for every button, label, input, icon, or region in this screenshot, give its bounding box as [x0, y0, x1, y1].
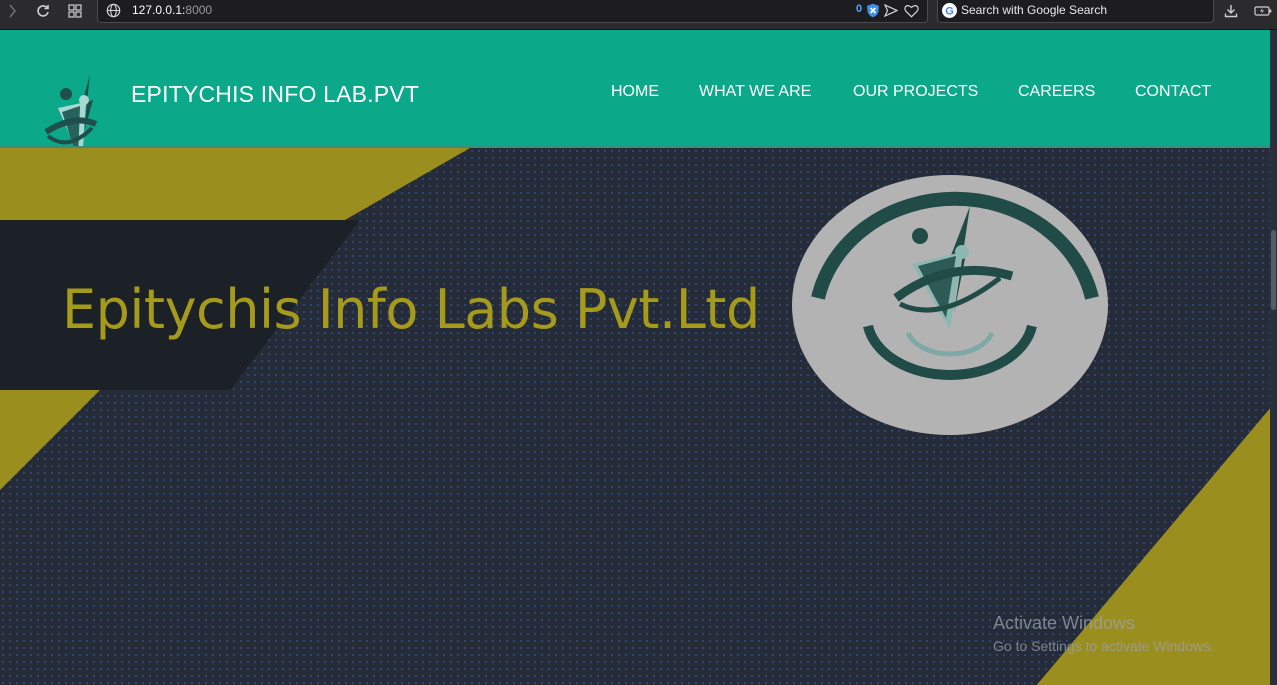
nav-link-our-projects[interactable]: OUR PROJECTS	[853, 83, 978, 101]
svg-text:G: G	[945, 6, 954, 18]
hero-banner: Epitychis Info Labs Pvt.Ltd	[0, 146, 1277, 685]
search-placeholder: Search with Google Search	[961, 3, 1108, 17]
reload-icon[interactable]	[34, 0, 52, 22]
url-text: 127.0.0.1:8000	[132, 3, 212, 17]
tabs-grid-icon[interactable]	[66, 0, 84, 22]
back-icon[interactable]	[4, 0, 20, 22]
scrollbar-thumb[interactable]	[1271, 230, 1276, 310]
hero-background-graphic	[0, 148, 1277, 685]
address-bar[interactable]: 127.0.0.1:8000 0	[97, 0, 928, 23]
download-icon[interactable]	[1222, 0, 1240, 22]
activate-windows-watermark: Activate Windows Go to Settings to activ…	[993, 612, 1214, 655]
nav-link-contact[interactable]: CONTACT	[1135, 83, 1211, 101]
shield-x-icon[interactable]	[866, 3, 880, 18]
heart-icon[interactable]	[904, 4, 919, 18]
nav-link-home[interactable]: HOME	[611, 83, 659, 101]
browser-toolbar: 127.0.0.1:8000 0 G Search with Google Se…	[0, 0, 1277, 30]
site-navbar: EPITYCHIS INFO LAB.PVT HOME WHAT WE ARE …	[0, 30, 1277, 164]
url-port: 8000	[185, 3, 213, 17]
watermark-line1: Activate Windows	[993, 613, 1136, 633]
nav-link-careers[interactable]: CAREERS	[1018, 83, 1095, 101]
search-box[interactable]: G Search with Google Search	[937, 0, 1214, 23]
page-scrollbar[interactable]	[1270, 30, 1277, 685]
brand-name[interactable]: EPITYCHIS INFO LAB.PVT	[131, 81, 419, 107]
google-icon: G	[942, 3, 957, 18]
globe-icon	[106, 3, 121, 18]
nav-link-what-we-are[interactable]: WHAT WE ARE	[699, 83, 811, 101]
watermark-line2: Go to Settings to activate Windows.	[993, 638, 1214, 654]
url-host: 127.0.0.1:	[132, 3, 186, 17]
hero-title: Epitychis Info Labs Pvt.Ltd	[62, 278, 760, 341]
battery-icon	[1252, 0, 1274, 22]
send-icon[interactable]	[884, 4, 898, 17]
blocked-count-badge: 0	[856, 3, 863, 15]
